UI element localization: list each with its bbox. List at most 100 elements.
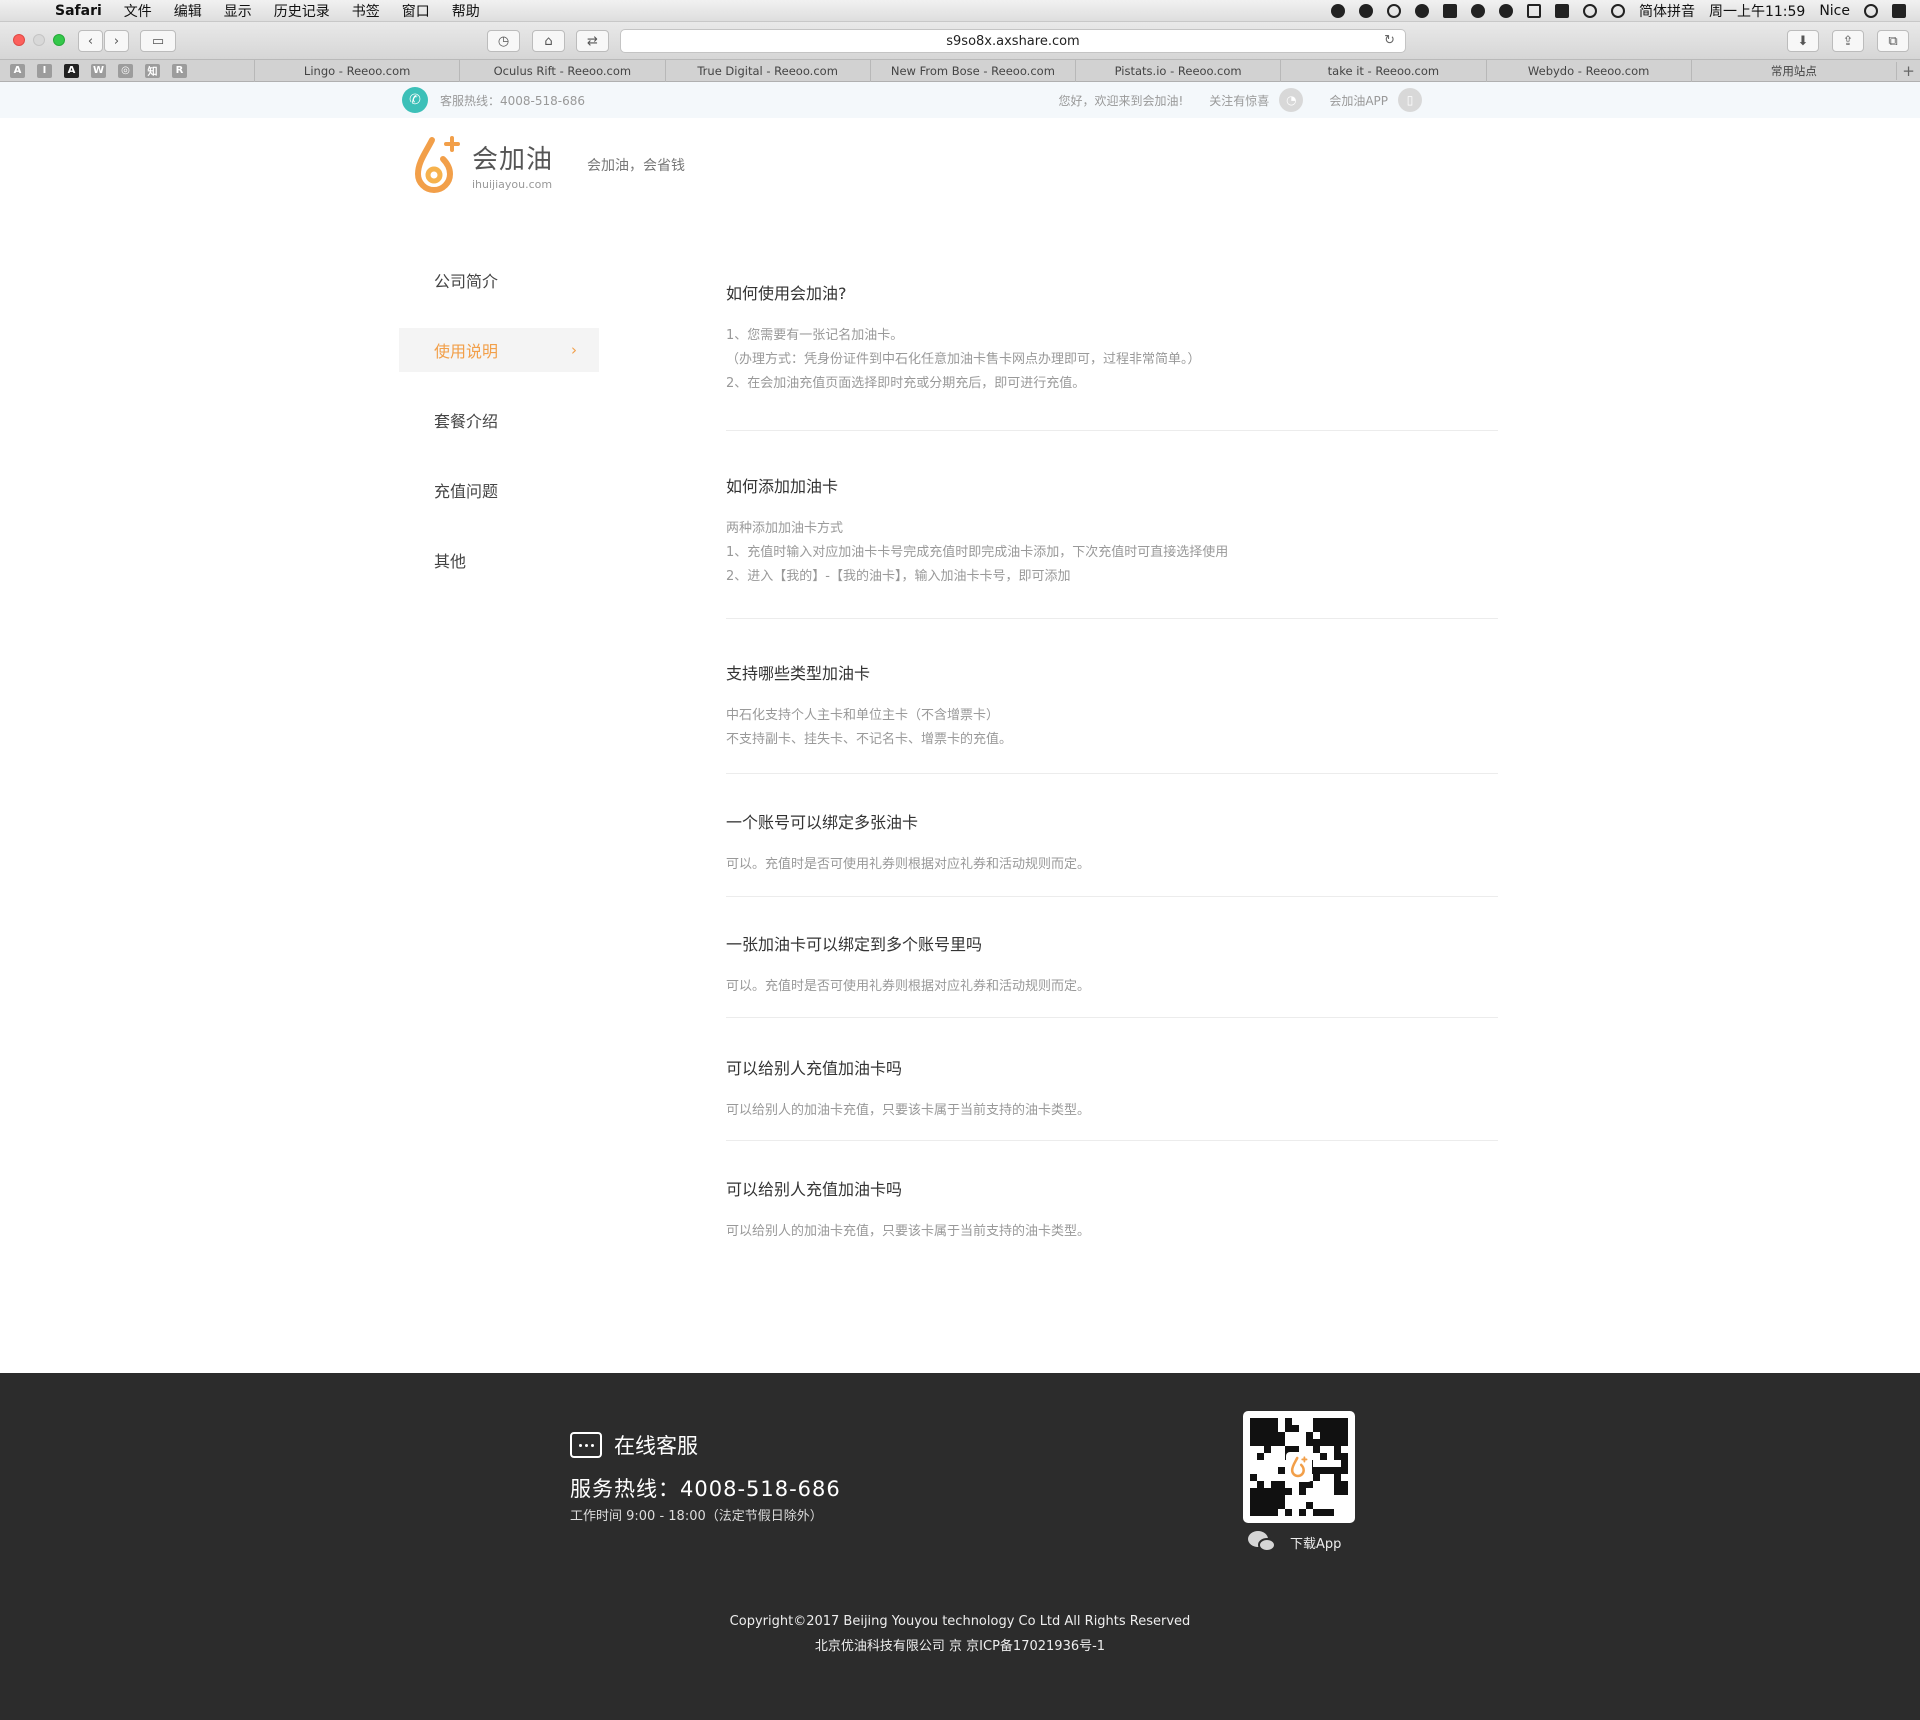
qr-module: [1313, 1425, 1320, 1432]
wifi-icon[interactable]: [1610, 3, 1625, 18]
close-window-button[interactable]: [13, 34, 25, 46]
sidebar-item-recharge-faq[interactable]: 充值问题: [399, 468, 599, 512]
favorite-icon[interactable]: ◎: [118, 63, 133, 78]
welcome-text: 您好，欢迎来到会加油!: [1058, 93, 1184, 108]
upload-icon[interactable]: [1442, 3, 1457, 18]
qr-module: [1271, 1509, 1278, 1516]
favorite-icon[interactable]: A: [10, 63, 25, 78]
qr-module: [1292, 1425, 1299, 1432]
chat-bubble-icon: [570, 1432, 602, 1458]
minimize-window-button[interactable]: [33, 34, 45, 46]
menu-edit[interactable]: 编辑: [163, 1, 213, 21]
menu-bookmarks[interactable]: 书签: [341, 1, 391, 21]
chevron-right-icon: ›: [571, 341, 577, 359]
qr-module: [1327, 1467, 1334, 1474]
share-button[interactable]: ⇪: [1832, 30, 1864, 52]
qr-module: [1257, 1467, 1264, 1474]
online-service[interactable]: 在线客服: [570, 1430, 698, 1460]
qr-module: [1271, 1467, 1278, 1474]
faq-line: 中石化支持个人主卡和单位主卡（不含增票卡）: [726, 708, 1000, 723]
qr-module: [1278, 1432, 1285, 1439]
location-icon[interactable]: [1386, 3, 1401, 18]
reload-icon[interactable]: ↻: [1384, 33, 1395, 48]
bluetooth-icon[interactable]: [1582, 3, 1597, 18]
spotlight-icon[interactable]: [1864, 3, 1878, 18]
browser-tab[interactable]: take it - Reeoo.com: [1280, 59, 1485, 82]
history-button[interactable]: ◷: [487, 30, 520, 52]
sidebar-item-other[interactable]: 其他: [399, 538, 599, 582]
qr-module: [1285, 1509, 1292, 1516]
zoom-window-button[interactable]: [53, 34, 65, 46]
downloads-button[interactable]: ⬇: [1787, 30, 1819, 52]
browser-tab[interactable]: Pistats.io - Reeoo.com: [1075, 59, 1280, 82]
browser-tab[interactable]: 常用站点: [1690, 59, 1896, 82]
qr-module: [1271, 1502, 1278, 1509]
qr-module: [1313, 1418, 1320, 1425]
qr-module: [1313, 1453, 1320, 1460]
back-button[interactable]: ‹: [78, 30, 103, 52]
qr-module: [1264, 1488, 1271, 1495]
qr-module: [1320, 1418, 1327, 1425]
qr-module: [1278, 1460, 1285, 1467]
battery-icon[interactable]: [1554, 3, 1569, 18]
follow-link[interactable]: 关注有惊喜: [1209, 92, 1269, 109]
wechat-status-icon[interactable]: [1414, 3, 1429, 18]
menu-view[interactable]: 显示: [213, 1, 263, 21]
qr-module: [1250, 1439, 1257, 1446]
notification-center-icon[interactable]: [1892, 3, 1906, 18]
wechat-icon[interactable]: ◔: [1279, 88, 1304, 112]
user-name[interactable]: Nice: [1819, 3, 1850, 19]
menu-file[interactable]: 文件: [113, 1, 163, 21]
clock[interactable]: 周一上午11:59: [1709, 1, 1805, 21]
logo-name[interactable]: 会加油: [472, 139, 553, 176]
qr-module: [1250, 1509, 1257, 1516]
input-method[interactable]: 简体拼音: [1639, 1, 1695, 21]
status-app-icon[interactable]: [1330, 3, 1345, 18]
browser-toolbar: ‹ › ▭ ◷ ⌂ ⇄ s9so8x.axshare.com ↻ ⬇ ⇪ ⧉: [0, 22, 1920, 60]
browser-tab[interactable]: Webydo - Reeoo.com: [1485, 59, 1691, 82]
sidebar-item-usage-guide[interactable]: 使用说明 ›: [399, 328, 599, 372]
qq-icon[interactable]: [1470, 3, 1485, 18]
favorite-icon[interactable]: I: [37, 63, 52, 78]
qr-module: [1271, 1453, 1278, 1460]
faq-answer: 可以。充值时是否可使用礼券则根据对应礼券和活动规则而定。: [726, 853, 1498, 877]
menu-app-name[interactable]: Safari: [44, 3, 113, 19]
address-bar[interactable]: s9so8x.axshare.com ↻: [620, 29, 1406, 53]
status-sync-icon[interactable]: [1358, 3, 1373, 18]
qr-module: [1299, 1502, 1306, 1509]
qr-module: [1285, 1488, 1292, 1495]
forward-button[interactable]: ›: [104, 30, 129, 52]
sidebar-item-company-intro[interactable]: 公司简介: [399, 258, 599, 302]
favorite-icon[interactable]: A: [64, 63, 79, 78]
qr-module: [1257, 1446, 1264, 1453]
divider: [726, 1140, 1498, 1141]
airplay-icon[interactable]: [1526, 3, 1541, 18]
favorite-icon[interactable]: 知: [145, 63, 160, 78]
vpn-icon[interactable]: [1498, 3, 1513, 18]
menu-window[interactable]: 窗口: [391, 1, 441, 21]
qr-module: [1327, 1495, 1334, 1502]
favorite-icon[interactable]: R: [172, 63, 187, 78]
new-tab-button[interactable]: +: [1896, 61, 1920, 80]
sidebar-item-packages[interactable]: 套餐介绍: [399, 398, 599, 442]
download-app[interactable]: 下载App: [1248, 1531, 1341, 1553]
swap-button[interactable]: ⇄: [576, 30, 609, 52]
menu-help[interactable]: 帮助: [441, 1, 491, 21]
app-link[interactable]: 会加油APP: [1329, 92, 1388, 109]
browser-tab[interactable]: Oculus Rift - Reeoo.com: [459, 59, 664, 82]
sidebar-toggle-button[interactable]: ▭: [140, 30, 176, 52]
qr-module: [1264, 1439, 1271, 1446]
home-button[interactable]: ⌂: [532, 30, 565, 52]
favorite-icon[interactable]: W: [91, 63, 106, 78]
mobile-phone-icon[interactable]: ▯: [1398, 88, 1422, 112]
browser-tab[interactable]: True Digital - Reeoo.com: [664, 59, 870, 82]
browser-tab[interactable]: Lingo - Reeoo.com: [254, 59, 459, 82]
qr-module: [1264, 1446, 1271, 1453]
browser-tab[interactable]: New From Bose - Reeoo.com: [869, 59, 1075, 82]
logo-icon[interactable]: [412, 134, 462, 196]
qr-module: [1257, 1460, 1264, 1467]
tabs-overview-button[interactable]: ⧉: [1877, 30, 1909, 52]
qr-module: [1334, 1432, 1341, 1439]
qr-module: [1264, 1432, 1271, 1439]
menu-history[interactable]: 历史记录: [263, 1, 341, 21]
